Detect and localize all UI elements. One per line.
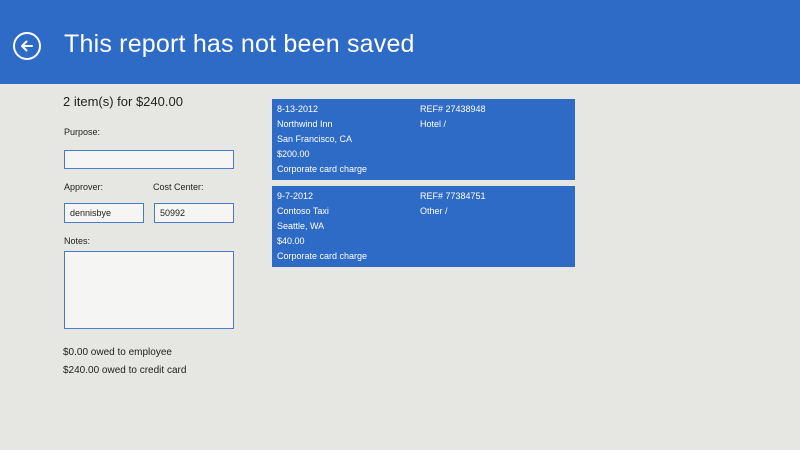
owed-to-credit-card: $240.00 owed to credit card (63, 365, 187, 376)
approver-input[interactable] (64, 203, 144, 223)
expense-category: Hotel / (420, 119, 447, 129)
expense-ref: REF# 77384751 (420, 191, 486, 201)
notes-textarea[interactable] (64, 251, 234, 329)
expense-item[interactable]: 8-13-2012 REF# 27438948 Northwind Inn Ho… (272, 99, 575, 180)
expense-amount: $40.00 (277, 236, 305, 246)
expense-merchant: Contoso Taxi (277, 206, 329, 216)
header-bar: This report has not been saved (0, 0, 800, 84)
back-arrow-circle-icon[interactable] (13, 32, 41, 60)
back-arrow-glyph (21, 40, 33, 52)
page-title: This report has not been saved (64, 30, 415, 58)
owed-to-employee: $0.00 owed to employee (63, 347, 172, 358)
expense-date: 9-7-2012 (277, 191, 314, 201)
approver-label: Approver: (64, 182, 104, 192)
expense-amount: $200.00 (277, 149, 310, 159)
report-summary: 2 item(s) for $240.00 (63, 94, 183, 109)
expense-merchant: Northwind Inn (277, 119, 333, 129)
expense-category: Other / (420, 206, 448, 216)
expense-location: Seattle, WA (277, 221, 325, 231)
cost-center-input[interactable] (154, 203, 234, 223)
expense-ref: REF# 27438948 (420, 104, 486, 114)
expense-payment: Corporate card charge (277, 251, 368, 261)
purpose-input[interactable] (64, 150, 234, 169)
purpose-label: Purpose: (64, 127, 101, 137)
expense-payment: Corporate card charge (277, 164, 368, 174)
notes-label: Notes: (64, 236, 91, 246)
expense-item[interactable]: 9-7-2012 REF# 77384751 Contoso Taxi Othe… (272, 186, 575, 267)
expense-date: 8-13-2012 (277, 104, 319, 114)
expense-location: San Francisco, CA (277, 134, 353, 144)
cost-center-label: Cost Center: (153, 182, 204, 192)
